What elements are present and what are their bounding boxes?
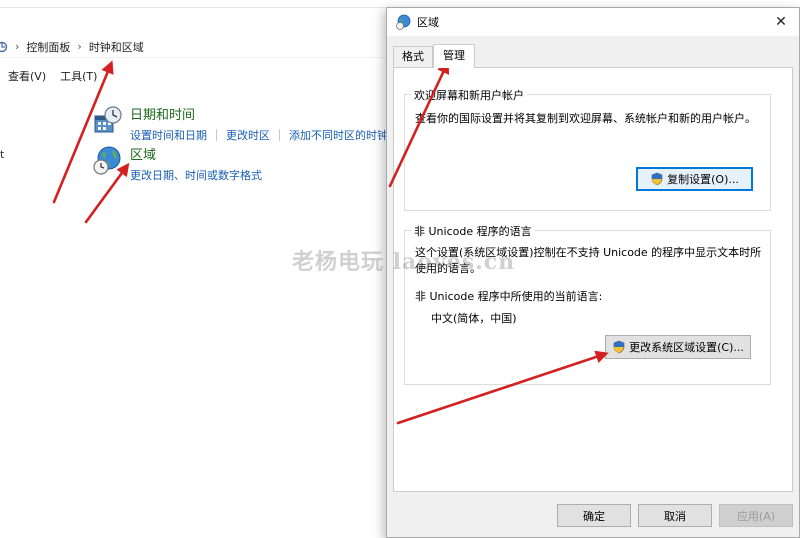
ok-button[interactable]: 确定 [557,504,631,527]
copy-settings-button[interactable]: 复制设置(O)... [636,167,753,191]
globe-clock-icon [93,146,121,175]
category-links: 更改日期、时间或数字格式 [130,167,262,183]
apply-button[interactable]: 应用(A) [719,504,793,527]
address-bar[interactable]: › 控制面板 › 时钟和区域 [0,36,385,58]
category-region: 区域 更改日期、时间或数字格式 [92,144,262,183]
welcome-screen-group: 欢迎屏幕和新用户帐户 查看你的国际设置并将其复制到欢迎屏幕、系统帐户和新的用户帐… [404,87,771,211]
category-title-date-time[interactable]: 日期和时间 [130,104,388,123]
globe-clock-icon [396,14,411,30]
breadcrumb-control-panel[interactable]: 控制面板 [26,39,70,55]
current-language-label: 非 Unicode 程序中所使用的当前语言: [415,290,603,303]
menu-view[interactable]: 查看(V) [8,68,46,84]
close-icon[interactable]: ✕ [771,12,791,32]
current-language-value: 中文(简体，中国) [431,312,517,325]
tab-strip: 格式 管理 [393,44,475,68]
watermark: 老杨电玩 laoyes.cn [292,249,516,275]
group-legend-non-unicode: 非 Unicode 程序的语言 [411,223,535,239]
link-change-formats[interactable]: 更改日期、时间或数字格式 [130,167,262,183]
menu-tools[interactable]: 工具(T) [60,68,97,84]
clock-calendar-icon [94,106,122,133]
control-panel-title-strip [0,0,385,8]
welcome-description: 查看你的国际设置并将其复制到欢迎屏幕、系统帐户和新的用户帐户。 [415,112,756,125]
change-system-locale-button[interactable]: 更改系统区域设置(C)... [605,335,751,359]
uac-shield-icon [613,340,625,354]
copy-settings-label: 复制设置(O)... [667,173,739,186]
breadcrumb-clock-region[interactable]: 时钟和区域 [89,39,144,55]
control-panel-icon [0,41,8,52]
link-divider [279,129,280,141]
tab-administrative[interactable]: 管理 [433,44,475,68]
uac-shield-icon [651,172,663,186]
menu-bar: 查看(V) 工具(T) [0,66,103,86]
link-set-time-date[interactable]: 设置时间和日期 [130,127,207,143]
category-date-time: 日期和时间 设置时间和日期 更改时区 添加不同时区的时钟 [92,104,388,143]
link-change-timezone[interactable]: 更改时区 [226,127,270,143]
breadcrumb-separator: › [77,40,82,53]
group-legend-welcome: 欢迎屏幕和新用户帐户 [411,87,527,103]
tab-panel-administrative: 欢迎屏幕和新用户帐户 查看你的国际设置并将其复制到欢迎屏幕、系统帐户和新的用户帐… [393,67,793,492]
cancel-button[interactable]: 取消 [638,504,712,527]
link-add-clocks[interactable]: 添加不同时区的时钟 [289,127,388,143]
category-links: 设置时间和日期 更改时区 添加不同时区的时钟 [130,127,388,143]
tab-formats[interactable]: 格式 [393,46,433,68]
link-divider [216,129,217,141]
category-title-region[interactable]: 区域 [130,144,262,163]
dialog-title-bar[interactable]: 区域 ✕ [387,8,799,36]
dialog-title: 区域 [417,16,439,29]
sidebar-partial-text: t [0,148,5,161]
change-system-locale-label: 更改系统区域设置(C)... [629,341,744,354]
breadcrumb-separator: › [15,40,20,53]
